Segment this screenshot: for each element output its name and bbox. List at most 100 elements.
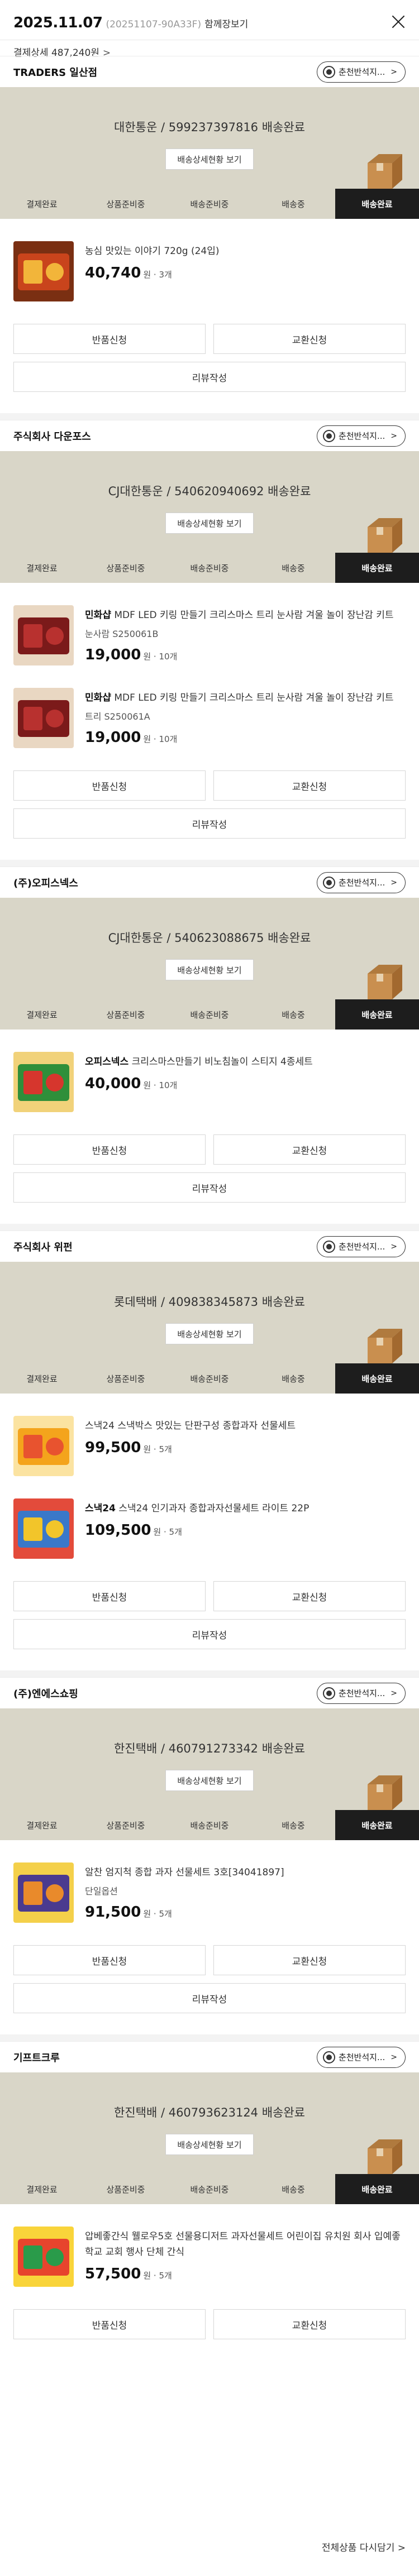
- exchange-request-button[interactable]: 교환신청: [213, 1134, 406, 1165]
- product-name[interactable]: 스낵24 스낵박스 맛있는 단판구성 종합과자 선물세트: [85, 1418, 406, 1434]
- delivery-detail-button[interactable]: 배송상세현황 보기: [165, 149, 254, 170]
- exchange-request-button[interactable]: 교환신청: [213, 770, 406, 801]
- store-chat-button[interactable]: 춘천반석지... >: [316, 872, 406, 893]
- reorder-all-button[interactable]: 전체상품 다시담기 >: [322, 2540, 406, 2554]
- product-thumbnail[interactable]: [13, 1052, 74, 1112]
- product-item[interactable]: 오피스넥스 크리스마스만들기 비노침놀이 스티지 4종세트 40,000 원 · 1…: [13, 1052, 406, 1112]
- product-thumbnail[interactable]: [13, 1416, 74, 1476]
- product-thumbnail[interactable]: [13, 688, 74, 748]
- chevron-right-icon: >: [391, 431, 397, 440]
- product-item[interactable]: 스낵24 스낵박스 맛있는 단판구성 종합과자 선물세트 99,500 원 · 5개: [13, 1416, 406, 1476]
- seller-name: (주)오피스넥스: [13, 877, 78, 889]
- product-price: 40,740 원 · 3개: [85, 265, 406, 281]
- seller-header: 기프트크루 춘천반석지... >: [0, 2041, 419, 2072]
- delivery-detail-button[interactable]: 배송상세현황 보기: [165, 1770, 254, 1791]
- delivery-box-icon: [368, 1775, 402, 1810]
- delivery-step: 배송완료: [335, 189, 419, 219]
- delivery-box-icon: [368, 965, 402, 999]
- delivery-step: 배송준비중: [190, 199, 229, 209]
- return-request-button[interactable]: 반품신청: [13, 1581, 206, 1611]
- order-actions: 반품신청 교환신청리뷰작성: [0, 770, 419, 839]
- store-chat-button[interactable]: 춘천반석지... >: [316, 2046, 406, 2068]
- product-title: MDF LED 키링 만들기 크리스마스 트리 눈사람 겨울 놀이 장난감 키트: [111, 610, 394, 621]
- delivery-detail-button[interactable]: 배송상세현황 보기: [165, 513, 254, 534]
- payment-detail-link[interactable]: 결제상세 487,240원 >: [0, 40, 419, 59]
- product-price: 19,000 원 · 10개: [85, 647, 406, 663]
- product-thumbnail[interactable]: [13, 2227, 74, 2287]
- section-divider: [0, 1670, 419, 1677]
- product-name[interactable]: 알찬 엄지척 종합 과자 선물세트 3호[34041897]: [85, 1865, 406, 1880]
- product-thumbnail[interactable]: [13, 605, 74, 665]
- product-thumbnail[interactable]: [13, 241, 74, 301]
- exchange-request-button[interactable]: 교환신청: [213, 324, 406, 354]
- delivery-box-icon: [368, 1329, 402, 1363]
- return-request-button[interactable]: 반품신청: [13, 1134, 206, 1165]
- delivery-detail-button[interactable]: 배송상세현황 보기: [165, 1323, 254, 1344]
- delivery-step: 배송중: [282, 1373, 305, 1384]
- product-title: 압베좋간식 웰로우5호 선물용디저트 과자선물세트 어린이집 유치원 회사 입예…: [85, 2231, 401, 2258]
- store-chat-button[interactable]: 춘천반석지... >: [316, 425, 406, 447]
- return-request-button[interactable]: 반품신청: [13, 1945, 206, 1975]
- delivery-step: 배송완료: [335, 999, 419, 1030]
- product-item[interactable]: 알찬 엄지척 종합 과자 선물세트 3호[34041897] 단일옵션 91,500…: [13, 1862, 406, 1923]
- store-chat-button[interactable]: 춘천반석지... >: [316, 1236, 406, 1257]
- exchange-request-button[interactable]: 교환신청: [213, 2309, 406, 2339]
- delivery-step: 상품준비중: [106, 1009, 145, 1020]
- product-image: [13, 2227, 74, 2287]
- write-review-button[interactable]: 리뷰작성: [13, 362, 406, 392]
- write-review-button[interactable]: 리뷰작성: [13, 1619, 406, 1649]
- exchange-request-button[interactable]: 교환신청: [213, 1581, 406, 1611]
- store-chat-button[interactable]: 춘천반석지... >: [316, 1682, 406, 1704]
- store-chat-button[interactable]: 춘천반석지... >: [316, 61, 406, 83]
- price-unit-qty: 원 · 10개: [143, 652, 178, 662]
- delivery-detail-button[interactable]: 배송상세현황 보기: [165, 959, 254, 980]
- price-value: 91,500: [85, 1904, 141, 1921]
- seller-name: 주식회사 다운포스: [13, 430, 91, 443]
- courier-tracking-text: 한진택배 / 460791273342 배송완료: [114, 1742, 305, 1755]
- delivery-step: 배송준비중: [190, 1820, 229, 1831]
- product-item[interactable]: 스낵24 스낵24 인기과자 종합과자선물세트 라이트 22P 109,500 원 …: [13, 1498, 406, 1559]
- delivery-step: 배송중: [282, 1820, 305, 1831]
- product-name[interactable]: 오피스넥스 크리스마스만들기 비노침놀이 스티지 4종세트: [85, 1054, 406, 1070]
- delivery-step: 배송완료: [335, 553, 419, 583]
- product-name[interactable]: 민화샵 MDF LED 키링 만들기 크리스마스 트리 눈사람 겨울 놀이 장난…: [85, 607, 406, 623]
- product-name[interactable]: 민화샵 MDF LED 키링 만들기 크리스마스 트리 눈사람 겨울 놀이 장난…: [85, 690, 406, 706]
- order-number: (20251107-90A33F): [106, 19, 202, 30]
- product-thumbnail[interactable]: [13, 1862, 74, 1923]
- product-image: [13, 1416, 74, 1476]
- order-actions: 반품신청 교환신청: [0, 2309, 419, 2339]
- chevron-right-icon: >: [391, 1688, 397, 1698]
- product-name[interactable]: 압베좋간식 웰로우5호 선물용디저트 과자선물세트 어린이집 유치원 회사 입예…: [85, 2229, 406, 2260]
- delivery-tracking-panel: CJ대한통운 / 540620940692 배송완료 배송상세현황 보기 결제완료 상…: [0, 451, 419, 583]
- store-chat-label: 춘천반석지...: [338, 431, 385, 441]
- product-name[interactable]: 스낵24 스낵24 인기과자 종합과자선물세트 라이트 22P: [85, 1501, 406, 1516]
- together-shopping-label: 함께장보기: [204, 19, 249, 30]
- price-unit-qty: 원 · 10개: [143, 734, 178, 744]
- exchange-request-button[interactable]: 교환신청: [213, 1945, 406, 1975]
- store-chat-label: 춘천반석지...: [338, 1688, 385, 1698]
- price-unit-qty: 원 · 5개: [153, 1527, 182, 1537]
- write-review-button[interactable]: 리뷰작성: [13, 808, 406, 839]
- seller-header: (주)엔에스쇼핑 춘천반석지... >: [0, 1677, 419, 1708]
- delivery-detail-button[interactable]: 배송상세현황 보기: [165, 2134, 254, 2155]
- product-item[interactable]: 압베좋간식 웰로우5호 선물용디저트 과자선물세트 어린이집 유치원 회사 입예…: [13, 2227, 406, 2287]
- product-item[interactable]: 농심 맛있는 이야기 720g (24입) 40,740 원 · 3개: [13, 241, 406, 301]
- return-request-button[interactable]: 반품신청: [13, 2309, 206, 2339]
- delivery-step: 배송완료: [335, 2174, 419, 2204]
- product-title: 알찬 엄지척 종합 과자 선물세트 3호[34041897]: [85, 1867, 284, 1878]
- product-thumbnail[interactable]: [13, 1498, 74, 1559]
- product-item[interactable]: 민화샵 MDF LED 키링 만들기 크리스마스 트리 눈사람 겨울 놀이 장난…: [13, 688, 406, 748]
- delivery-step: 배송중: [282, 199, 305, 209]
- return-request-button[interactable]: 반품신청: [13, 770, 206, 801]
- product-name[interactable]: 농심 맛있는 이야기 720g (24입): [85, 243, 406, 259]
- product-item[interactable]: 민화샵 MDF LED 키링 만들기 크리스마스 트리 눈사람 겨울 놀이 장난…: [13, 605, 406, 665]
- write-review-button[interactable]: 리뷰작성: [13, 1983, 406, 2013]
- product-image: [13, 1862, 74, 1923]
- product-info: 압베좋간식 웰로우5호 선물용디저트 과자선물세트 어린이집 유치원 회사 입예…: [85, 2227, 406, 2287]
- write-review-button[interactable]: 리뷰작성: [13, 1172, 406, 1203]
- close-icon[interactable]: [389, 12, 408, 31]
- return-request-button[interactable]: 반품신청: [13, 324, 206, 354]
- delivery-step: 배송준비중: [190, 1009, 229, 1020]
- price-value: 57,500: [85, 2266, 141, 2282]
- product-list: 민화샵 MDF LED 키링 만들기 크리스마스 트리 눈사람 겨울 놀이 장난…: [0, 583, 419, 748]
